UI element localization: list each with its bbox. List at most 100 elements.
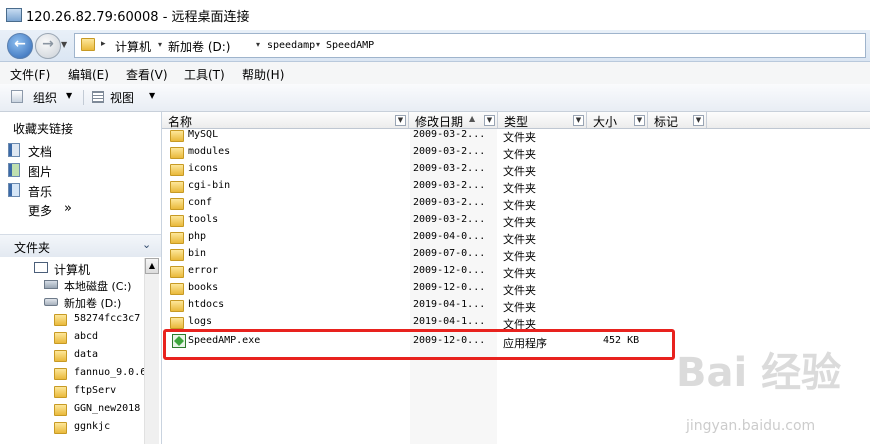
music-icon (8, 183, 20, 197)
breadcrumb-chevron-icon[interactable]: ▸ (101, 39, 106, 49)
file-row[interactable]: cgi-bin 2009-03-2... 文件夹 (162, 179, 682, 196)
breadcrumb-computer[interactable]: 计算机 (115, 38, 151, 55)
back-button[interactable]: ← (7, 33, 33, 59)
highlight-annotation (163, 329, 675, 360)
address-toolbar: ← → ▼ ▸ 计算机 ▾ 新加卷 (D:) ▾ speedamp ▾ Spee… (0, 30, 870, 62)
organize-dropdown-icon[interactable]: ▼ (66, 91, 72, 100)
file-row[interactable]: htdocs 2019-04-1... 文件夹 (162, 298, 682, 315)
address-bar[interactable]: ▸ 计算机 ▾ 新加卷 (D:) ▾ speedamp ▾ SpeedAMP (74, 33, 866, 58)
tree-folder[interactable]: abcd (54, 330, 144, 347)
folder-icon (170, 198, 184, 210)
column-name[interactable]: 名称 ▼ (162, 112, 409, 129)
folder-icon (170, 283, 184, 295)
file-row[interactable]: tools 2009-03-2... 文件夹 (162, 213, 682, 230)
tree-folder[interactable]: data (54, 348, 144, 365)
scroll-up-icon[interactable]: ▲ (145, 258, 159, 274)
column-filter-dropdown-icon[interactable]: ▼ (395, 115, 406, 126)
tree-computer[interactable]: 计算机 (34, 260, 144, 277)
file-date: 2009-12-0... (413, 282, 486, 293)
organize-label[interactable]: 组织 (33, 89, 57, 106)
more-link[interactable]: 更多 (28, 202, 52, 219)
forward-button[interactable]: → (35, 33, 61, 59)
file-row[interactable]: error 2009-12-0... 文件夹 (162, 264, 682, 281)
tree-folder[interactable]: ggnkjc (54, 420, 144, 437)
menu-edit[interactable]: 编辑(E) (68, 66, 109, 83)
favorite-documents[interactable]: 文档 (8, 142, 128, 160)
organize-button[interactable] (11, 90, 25, 104)
folder-icon (170, 130, 184, 142)
views-label[interactable]: 视图 (110, 89, 134, 106)
tree-folder[interactable]: ftpServ (54, 384, 144, 401)
file-type: 文件夹 (503, 250, 536, 263)
hard-drive-icon (44, 298, 58, 306)
file-row[interactable]: bin 2009-07-0... 文件夹 (162, 247, 682, 264)
column-tags[interactable]: 标记 ▼ (648, 112, 707, 129)
tree-label: GGN_new2018 (74, 403, 141, 414)
nav-scrollbar[interactable]: ▲ (144, 258, 159, 444)
menu-file[interactable]: 文件(F) (10, 66, 50, 83)
column-filter-dropdown-icon[interactable]: ▼ (634, 115, 645, 126)
file-row[interactable]: php 2009-04-0... 文件夹 (162, 230, 682, 247)
menu-view[interactable]: 查看(V) (126, 66, 168, 83)
breadcrumb-speedamp-sub[interactable]: SpeedAMP (326, 40, 374, 51)
file-row[interactable]: books 2009-12-0... 文件夹 (162, 281, 682, 298)
column-size[interactable]: 大小 ▼ (587, 112, 648, 129)
breadcrumb-chevron-icon[interactable]: ▾ (158, 40, 162, 49)
file-name: tools (188, 214, 219, 225)
views-icon[interactable] (92, 91, 104, 103)
column-filter-dropdown-icon[interactable]: ▼ (693, 115, 704, 126)
column-type[interactable]: 类型 ▼ (498, 112, 587, 129)
tree-label: ftpServ (74, 385, 117, 396)
computer-icon (34, 262, 48, 273)
tree-folder[interactable]: 58274fcc3c7 (54, 312, 144, 329)
file-date: 2009-03-2... (413, 180, 486, 191)
menu-help[interactable]: 帮助(H) (242, 66, 284, 83)
breadcrumb-drive-d[interactable]: 新加卷 (D:) (168, 38, 230, 55)
breadcrumb-speedamp[interactable]: speedamp (267, 40, 315, 51)
baidu-jingyan-watermark: Bai 经验 jingyan.baidu.com (676, 340, 866, 444)
file-type: 文件夹 (503, 148, 536, 161)
column-filter-dropdown-icon[interactable]: ▼ (484, 115, 495, 126)
tree-label: fannuo_9.0.6 (74, 367, 144, 378)
breadcrumb-chevron-icon[interactable]: ▾ (316, 40, 320, 49)
file-type: 文件夹 (503, 182, 536, 195)
tree-label: 本地磁盘 (C:) (64, 280, 132, 293)
column-date[interactable]: 修改日期 ▲ ▼ (409, 112, 498, 129)
file-row[interactable]: icons 2009-03-2... 文件夹 (162, 162, 682, 179)
column-filter-dropdown-icon[interactable]: ▼ (573, 115, 584, 126)
favorite-music[interactable]: 音乐 (8, 182, 128, 200)
file-date: 2009-07-0... (413, 248, 486, 259)
folder-icon (54, 332, 67, 344)
document-icon (8, 143, 20, 157)
tree-drive-c[interactable]: 本地磁盘 (C:) (44, 277, 144, 294)
file-row[interactable]: conf 2009-03-2... 文件夹 (162, 196, 682, 213)
tree-folder[interactable]: fannuo_9.0.6 (54, 366, 144, 383)
file-name: cgi-bin (188, 180, 231, 191)
file-name: books (188, 282, 219, 293)
tree-label: data (74, 349, 99, 360)
folder-icon (54, 314, 67, 326)
file-type: 文件夹 (503, 199, 536, 212)
recent-pages-dropdown[interactable]: ▼ (61, 40, 67, 49)
file-type: 文件夹 (503, 267, 536, 280)
file-name: htdocs (188, 299, 225, 310)
file-name: logs (188, 316, 213, 327)
views-dropdown-icon[interactable]: ▼ (149, 91, 155, 100)
folders-header[interactable]: 文件夹 ⌄ (0, 234, 161, 257)
more-arrows-icon[interactable]: » (64, 201, 72, 216)
file-row[interactable]: modules 2009-03-2... 文件夹 (162, 145, 682, 162)
favorite-label: 文档 (28, 145, 53, 159)
tree-folder[interactable]: GGN_new2018 (54, 402, 144, 419)
file-name: icons (188, 163, 219, 174)
chevron-down-icon[interactable]: ⌄ (142, 238, 151, 251)
window-title: 120.26.82.79:60008 - 远程桌面连接 (26, 10, 250, 25)
watermark-logo-text: Bai 经验 (676, 350, 842, 396)
favorite-pictures[interactable]: 图片 (8, 162, 128, 180)
menu-tools[interactable]: 工具(T) (184, 66, 225, 83)
title-bar: 120.26.82.79:60008 - 远程桌面连接 (0, 0, 870, 31)
breadcrumb-chevron-icon[interactable]: ▾ (256, 40, 260, 49)
tree-drive-d[interactable]: 新加卷 (D:) (44, 294, 144, 311)
file-date: 2009-03-2... (413, 146, 486, 157)
file-row[interactable]: MySQL 2009-03-2... 文件夹 (162, 128, 682, 145)
sort-ascending-icon: ▲ (469, 114, 476, 123)
